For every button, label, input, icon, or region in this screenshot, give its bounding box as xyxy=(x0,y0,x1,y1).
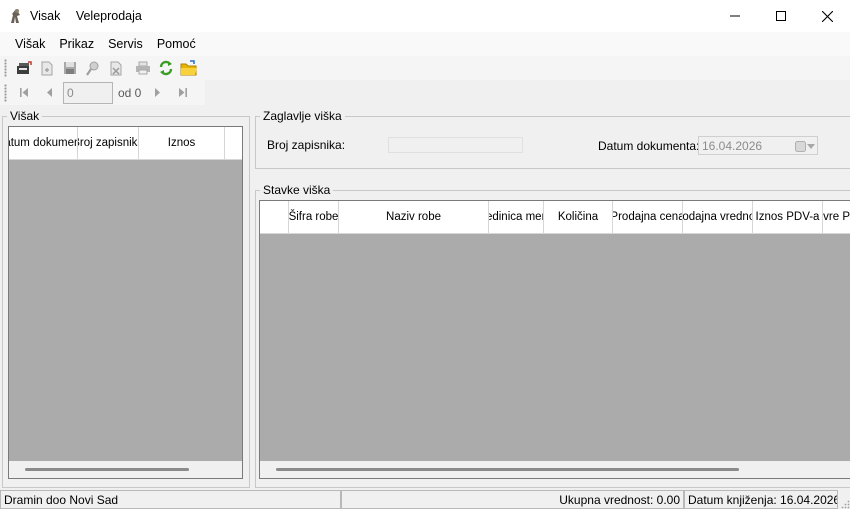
col-prodajna-vrednost[interactable]: Prodajna vrednost xyxy=(683,201,753,234)
record-navigator: od 0 xyxy=(0,80,205,105)
menu-visak[interactable]: Višak xyxy=(8,37,52,51)
resize-grip-icon xyxy=(841,500,850,509)
toolbar-grip[interactable] xyxy=(4,59,7,77)
app-logo-icon xyxy=(8,8,24,24)
col-naziv-robe[interactable]: Naziv robe xyxy=(339,201,489,234)
save-icon xyxy=(63,62,76,74)
broj-zapisnika-label: Broj zapisnika: xyxy=(267,138,346,152)
stavke-grid-scroll-thumb[interactable] xyxy=(276,468,739,471)
datum-dokumenta-label: Datum dokumenta: xyxy=(598,139,700,153)
col-partial[interactable]: Pr vre P xyxy=(823,201,850,234)
stavke-grid-hscrollbar[interactable] xyxy=(260,461,850,478)
save-button[interactable] xyxy=(58,57,81,79)
previous-record-button[interactable] xyxy=(37,82,62,104)
col-jedinica-mere[interactable]: Jedinica mere xyxy=(489,201,544,234)
open-list-button[interactable] xyxy=(12,57,35,79)
visak-grid-hscrollbar[interactable] xyxy=(9,461,242,478)
refresh-icon xyxy=(159,60,172,76)
maximize-icon xyxy=(776,11,786,21)
refresh-button[interactable] xyxy=(154,57,177,79)
print-icon xyxy=(135,61,150,75)
folder-icon xyxy=(180,60,197,76)
col-iznos-pdv[interactable]: Iznos PDV-a xyxy=(753,201,823,234)
menu-bar: Višak Prikaz Servis Pomoć xyxy=(0,32,850,56)
delete-document-icon xyxy=(110,61,121,75)
new-document-button[interactable] xyxy=(35,57,58,79)
menu-prikaz[interactable]: Prikaz xyxy=(52,37,101,51)
col-row-selector xyxy=(260,201,289,234)
last-record-icon xyxy=(179,88,188,97)
open-list-icon xyxy=(16,61,32,74)
status-bar: Dramin doo Novi Sad Ukupna vrednost: 0.0… xyxy=(0,490,850,509)
col-datum-dokumenta[interactable]: Datum dokumenta xyxy=(9,127,78,160)
window-title: Veleprodaja xyxy=(75,9,142,23)
maximize-button[interactable] xyxy=(758,0,804,32)
stavke-panel-title: Stavke viška xyxy=(263,183,331,197)
new-document-icon xyxy=(41,61,52,75)
status-company: Dramin doo Novi Sad xyxy=(0,490,341,509)
previous-record-icon xyxy=(47,88,52,97)
record-position-input[interactable] xyxy=(63,81,113,104)
close-button[interactable] xyxy=(804,0,850,32)
status-posting-date: Datum knjiženja: 16.04.2026 xyxy=(684,490,838,509)
search-button[interactable] xyxy=(81,57,104,79)
datum-dokumenta-value: 16.04.2026 xyxy=(702,138,763,153)
next-record-icon xyxy=(155,88,161,97)
col-kolicina[interactable]: Količina xyxy=(544,201,613,234)
chevron-down-icon xyxy=(807,144,815,149)
last-record-button[interactable] xyxy=(170,82,195,104)
first-record-button[interactable] xyxy=(12,82,37,104)
navigator-grip[interactable] xyxy=(4,83,7,102)
calendar-icon xyxy=(795,141,806,152)
open-folder-button[interactable] xyxy=(177,57,200,79)
delete-button[interactable] xyxy=(104,57,127,79)
visak-grid[interactable]: Datum dokumenta Broj zapisnika Iznos xyxy=(8,126,243,479)
col-sifra-robe[interactable]: Šifra robe xyxy=(289,201,339,234)
stavke-grid[interactable]: Šifra robe Naziv robe Jedinica mere Koli… xyxy=(259,200,850,479)
broj-zapisnika-field[interactable] xyxy=(388,137,523,153)
record-count-label: od 0 xyxy=(118,85,142,100)
next-record-button[interactable] xyxy=(145,82,170,104)
minimize-button[interactable] xyxy=(712,0,758,32)
visak-panel-title: Višak xyxy=(10,109,40,123)
status-total: Ukupna vrednost: 0.00 xyxy=(341,490,684,509)
visak-grid-scroll-thumb[interactable] xyxy=(25,468,189,471)
datum-dokumenta-picker[interactable]: 16.04.2026 xyxy=(698,136,818,155)
visak-grid-header: Datum dokumenta Broj zapisnika Iznos xyxy=(9,127,242,160)
minimize-icon xyxy=(730,15,740,17)
col-broj-zapisnika[interactable]: Broj zapisnika xyxy=(78,127,139,160)
print-button[interactable] xyxy=(131,57,154,79)
resize-grip[interactable] xyxy=(838,490,850,509)
menu-pomoc[interactable]: Pomoć xyxy=(150,37,203,51)
menu-servis[interactable]: Servis xyxy=(101,37,150,51)
search-icon xyxy=(85,61,98,76)
col-empty xyxy=(225,127,242,160)
stavke-grid-header: Šifra robe Naziv robe Jedinica mere Koli… xyxy=(260,201,850,234)
main-toolbar xyxy=(0,56,850,80)
col-iznos[interactable]: Iznos xyxy=(139,127,225,160)
close-icon xyxy=(821,10,833,22)
window-app-name: Visak xyxy=(30,9,61,23)
zaglavlje-panel-title: Zaglavlje viška xyxy=(263,109,342,123)
first-record-icon xyxy=(20,88,28,97)
date-dropdown-button[interactable] xyxy=(795,140,815,153)
col-prodajna-cena[interactable]: Prodajna cena xyxy=(613,201,683,234)
title-bar: Visak Veleprodaja xyxy=(0,0,850,32)
